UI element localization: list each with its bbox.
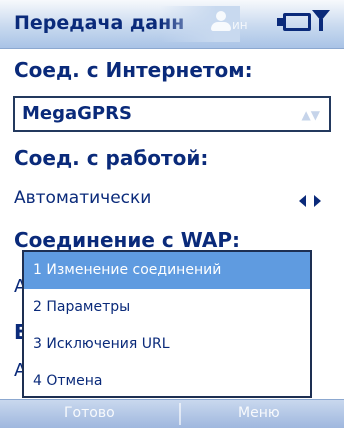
sync-icon (211, 11, 231, 31)
battery-icon (277, 10, 313, 34)
left-right-arrows-icon[interactable] (299, 192, 333, 210)
titlebar-faint-text: ин (232, 18, 248, 32)
internet-connection-dropdown[interactable]: MegaGPRS ▲▼ (13, 96, 331, 132)
menu-item-url-exceptions[interactable]: 3 Исключения URL (24, 326, 310, 363)
signal-icon (312, 8, 332, 32)
softkey-bar: Готово Меню (0, 399, 344, 428)
softkey-divider (179, 403, 181, 425)
dropdown-arrow-icon: ▲▼ (301, 108, 320, 122)
softkey-done[interactable]: Готово (64, 405, 115, 421)
popup-menu: 1 Изменение соединений 2 Параметры 3 Иск… (22, 250, 312, 398)
menu-item-cancel[interactable]: 4 Отмена (24, 363, 310, 400)
menu-item-parameters[interactable]: 2 Параметры (24, 289, 310, 326)
title-bar: Передача данн ин (0, 0, 344, 49)
menu-item-edit-connections[interactable]: 1 Изменение соединений (24, 252, 310, 289)
internet-connection-value: MegaGPRS (22, 103, 132, 124)
internet-connection-label: Соед. с Интернетом: (14, 58, 253, 82)
wap-connection-label: Соединение с WAP: (14, 228, 241, 252)
work-connection-value[interactable]: Автоматически (14, 188, 151, 208)
softkey-menu[interactable]: Меню (238, 405, 280, 421)
work-connection-label: Соед. с работой: (14, 146, 209, 170)
